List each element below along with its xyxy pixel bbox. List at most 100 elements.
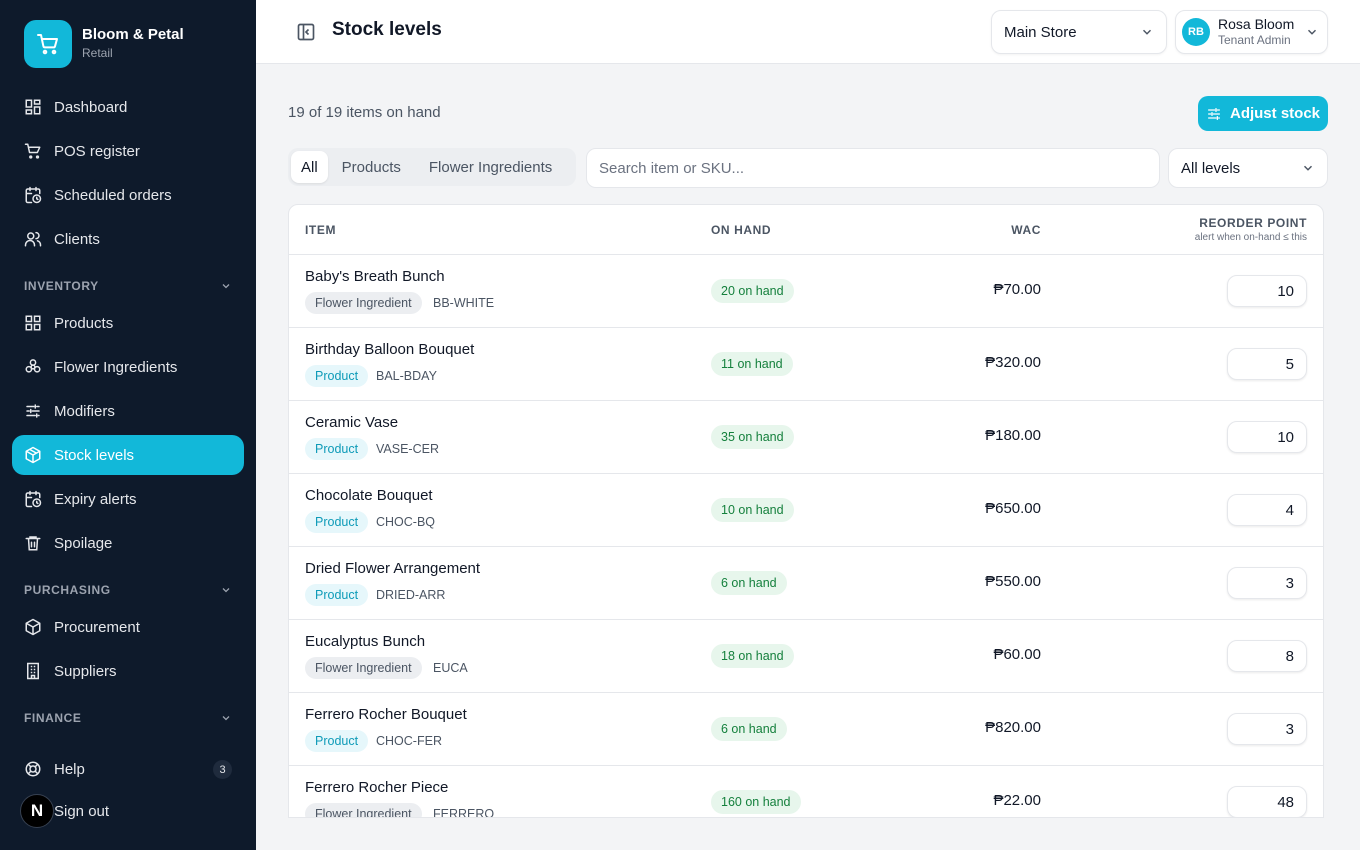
sidebar: Bloom & Petal Retail Dashboard POS regis… — [0, 0, 256, 850]
reorder-point-input[interactable] — [1227, 567, 1307, 599]
shopping-cart-icon — [24, 20, 72, 68]
trash-icon — [25, 536, 41, 551]
sidebar-item-modifiers[interactable]: Modifiers — [12, 391, 244, 431]
user-name: Rosa Bloom — [1218, 16, 1295, 32]
adjust-stock-button[interactable]: Adjust stock — [1198, 96, 1328, 131]
user-menu[interactable]: RB Rosa Bloom Tenant Admin — [1175, 10, 1328, 54]
type-filter-tabs: All Products Flower Ingredients — [288, 148, 576, 186]
package-icon — [25, 618, 41, 636]
column-header-reorder-point: REORDER POINT — [1199, 216, 1307, 230]
table-row[interactable]: Ferrero Rocher Piece Flower Ingredient FER… — [289, 766, 1323, 817]
table-row[interactable]: Birthday Balloon Bouquet Product BAL-BDAY 1… — [289, 328, 1323, 401]
building-icon — [27, 662, 39, 680]
calendar-clock-icon — [25, 490, 42, 508]
item-name: Dried Flower Arrangement — [305, 560, 481, 577]
package-icon — [25, 446, 41, 464]
table-row[interactable]: Eucalyptus Bunch Flower Ingredient EUCA 18 … — [289, 620, 1323, 693]
item-type-badge: Product — [305, 511, 369, 533]
sidebar-item-label: Expiry alerts — [54, 490, 137, 508]
sidebar-item-label: Clients — [54, 230, 100, 248]
n-badge[interactable]: N — [20, 794, 54, 828]
item-wac: ₱320.00 — [985, 354, 1041, 371]
sidebar-item-dashboard[interactable]: Dashboard — [12, 87, 244, 127]
item-sku: CHOC-FER — [376, 734, 442, 748]
table-row[interactable]: Ferrero Rocher Bouquet Product CHOC-FER 6 o… — [289, 693, 1323, 766]
section-label: PURCHASING — [24, 583, 111, 597]
reorder-point-input[interactable] — [1227, 640, 1307, 672]
item-type-badge: Product — [305, 438, 369, 460]
reorder-point-input[interactable] — [1227, 713, 1307, 745]
sidebar-item-clients[interactable]: Clients — [12, 219, 244, 259]
section-purchasing[interactable]: PURCHASING — [24, 583, 232, 597]
on-hand-badge: 6 on hand — [711, 717, 787, 741]
sidebar-item-suppliers[interactable]: Suppliers — [12, 651, 244, 691]
search-input[interactable] — [586, 148, 1160, 188]
sidebar-item-pos-register[interactable]: POS register — [12, 131, 244, 171]
dashboard-icon — [25, 99, 41, 115]
item-name: Baby's Breath Bunch — [305, 268, 445, 285]
sidebar-item-label: Procurement — [54, 618, 140, 636]
reorder-point-input[interactable] — [1227, 275, 1307, 307]
reorder-point-input[interactable] — [1227, 494, 1307, 526]
on-hand-badge: 10 on hand — [711, 498, 794, 522]
column-header-item: ITEM — [305, 223, 337, 237]
sidebar-item-label: POS register — [54, 142, 140, 160]
sidebar-item-spoilage[interactable]: Spoilage — [12, 523, 244, 563]
brand-name: Bloom & Petal — [82, 26, 184, 43]
sidebar-item-help[interactable]: Help 3 — [12, 749, 244, 789]
users-icon — [24, 231, 42, 247]
chevron-down-icon — [222, 284, 230, 289]
on-hand-badge: 160 on hand — [711, 790, 801, 814]
sidebar-item-expiry-alerts[interactable]: Expiry alerts — [12, 479, 244, 519]
item-wac: ₱180.00 — [985, 427, 1041, 444]
brand-subtitle: Retail — [82, 46, 113, 60]
item-wac: ₱60.00 — [993, 646, 1041, 663]
level-filter-select[interactable]: All levels — [1168, 148, 1328, 188]
item-name: Eucalyptus Bunch — [305, 633, 426, 650]
sidebar-item-label: Dashboard — [54, 98, 128, 116]
tab-all[interactable]: All — [291, 151, 328, 183]
store-select[interactable]: Main Store — [991, 10, 1167, 54]
item-name: Ferrero Rocher Piece — [305, 779, 449, 796]
section-finance[interactable]: FINANCE — [24, 711, 232, 725]
sidebar-toggle-icon[interactable] — [296, 22, 316, 42]
sidebar-item-products[interactable]: Products — [12, 303, 244, 343]
section-inventory[interactable]: INVENTORY — [24, 279, 232, 293]
items-count: 19 of 19 items on hand — [288, 104, 441, 121]
item-type-badge: Product — [305, 584, 369, 606]
item-sku: BAL-BDAY — [376, 369, 437, 383]
brand[interactable]: Bloom & Petal Retail — [24, 20, 184, 68]
sidebar-item-label: Help — [54, 760, 85, 778]
on-hand-badge: 6 on hand — [711, 571, 787, 595]
item-name: Ceramic Vase — [305, 414, 399, 431]
tab-products[interactable]: Products — [328, 151, 415, 183]
sidebar-item-scheduled-orders[interactable]: Scheduled orders — [12, 175, 244, 215]
table-row[interactable]: Dried Flower Arrangement Product DRIED-ARR… — [289, 547, 1323, 620]
table-row[interactable]: Baby's Breath Bunch Flower Ingredient BB-W… — [289, 255, 1323, 328]
item-name: Ferrero Rocher Bouquet — [305, 706, 467, 723]
sidebar-item-label: Suppliers — [54, 662, 117, 680]
item-name: Birthday Balloon Bouquet — [305, 341, 475, 358]
table-row[interactable]: Chocolate Bouquet Product CHOC-BQ 10 on han… — [289, 474, 1323, 547]
grid-icon — [25, 315, 41, 331]
item-sku: EUCA — [433, 661, 468, 675]
item-type-badge: Flower Ingredient — [305, 657, 422, 679]
item-type-badge: Product — [305, 730, 369, 752]
chevron-down-icon — [222, 716, 230, 721]
section-label: INVENTORY — [24, 279, 99, 293]
reorder-point-input[interactable] — [1227, 348, 1307, 380]
column-header-reorder-hint: alert when on-hand ≤ this — [1194, 232, 1307, 243]
sidebar-item-stock-levels[interactable]: Stock levels — [12, 435, 244, 475]
item-type-badge: Flower Ingredient — [305, 803, 422, 817]
reorder-point-input[interactable] — [1227, 421, 1307, 453]
reorder-point-input[interactable] — [1227, 786, 1307, 817]
item-sku: VASE-CER — [376, 442, 439, 456]
on-hand-badge: 18 on hand — [711, 644, 794, 668]
sidebar-item-procurement[interactable]: Procurement — [12, 607, 244, 647]
store-select-value: Main Store — [1004, 23, 1077, 41]
table-row[interactable]: Ceramic Vase Product VASE-CER 35 on hand ₱18… — [289, 401, 1323, 474]
chevron-down-icon — [1142, 29, 1152, 35]
sidebar-item-flower-ingredients[interactable]: Flower Ingredients — [12, 347, 244, 387]
sidebar-item-label: Products — [54, 314, 114, 332]
tab-flower-ingredients[interactable]: Flower Ingredients — [415, 151, 566, 183]
